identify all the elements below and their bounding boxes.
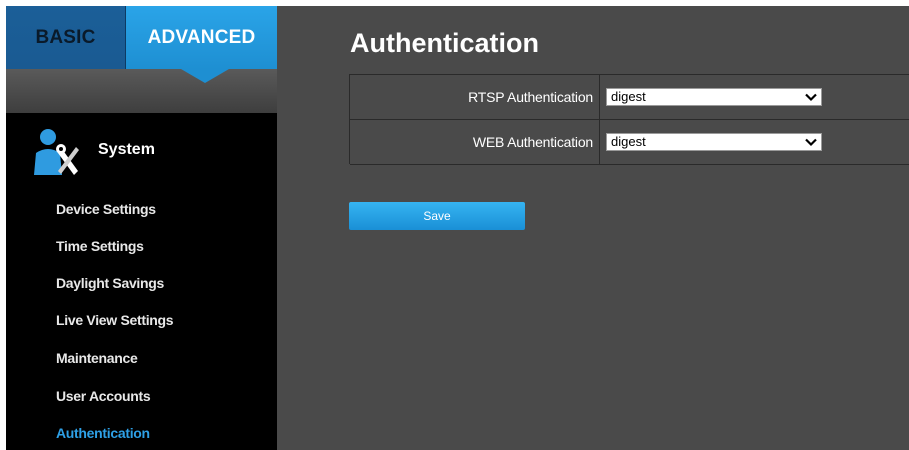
menu-item-live-view-settings[interactable]: Live View Settings: [56, 312, 174, 328]
menu-item-time-settings[interactable]: Time Settings: [56, 238, 144, 254]
web-authentication-value: digest: [611, 134, 646, 149]
rtsp-authentication-label: RTSP Authentication: [350, 75, 600, 119]
mode-tabs: BASIC ADVANCED: [6, 6, 277, 69]
main-panel: Authentication RTSP Authentication diges…: [277, 6, 909, 450]
save-button[interactable]: Save: [349, 202, 525, 230]
web-authentication-label: WEB Authentication: [350, 120, 600, 164]
authentication-settings-table: RTSP Authentication digest WEB Authentic…: [349, 74, 909, 165]
section-system-header[interactable]: System: [6, 113, 277, 186]
section-system-label: System: [98, 141, 155, 158]
chevron-down-icon: [805, 138, 817, 147]
menu-item-authentication[interactable]: Authentication: [56, 425, 150, 441]
menu-item-user-accounts[interactable]: User Accounts: [56, 388, 151, 404]
menu-item-daylight-savings[interactable]: Daylight Savings: [56, 275, 164, 291]
web-authentication-select[interactable]: digest: [606, 133, 822, 151]
menu-item-device-settings[interactable]: Device Settings: [56, 201, 156, 217]
table-row: WEB Authentication digest: [350, 120, 909, 165]
sidebar-divider-band: [6, 69, 277, 113]
rtsp-authentication-select[interactable]: digest: [606, 88, 822, 106]
menu-item-maintenance[interactable]: Maintenance: [56, 350, 138, 366]
chevron-down-icon: [805, 93, 817, 102]
table-row: RTSP Authentication digest: [350, 75, 909, 120]
sidebar: BASIC ADVANCED System Device Settings Ti…: [6, 6, 291, 450]
tab-advanced[interactable]: ADVANCED: [126, 6, 277, 69]
system-tools-user-icon: [34, 129, 79, 175]
tab-basic[interactable]: BASIC: [6, 6, 126, 69]
rtsp-authentication-value: digest: [611, 89, 646, 104]
active-tab-pointer: [181, 69, 229, 83]
page-title: Authentication: [350, 28, 539, 58]
